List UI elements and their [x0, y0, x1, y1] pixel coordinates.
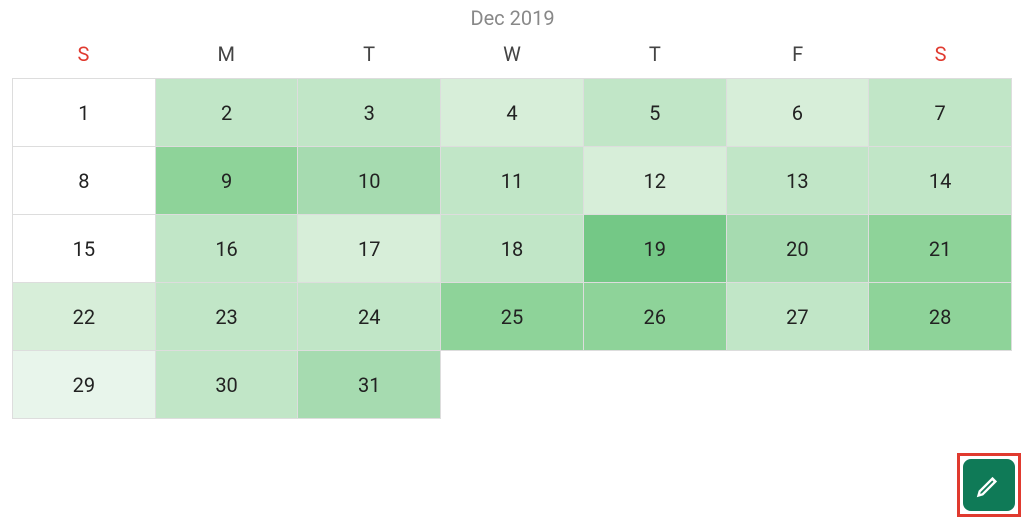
day-cell[interactable]: 29 — [13, 351, 156, 419]
day-number: 6 — [792, 101, 803, 125]
day-number: 11 — [501, 169, 523, 193]
calendar: S M T W T F S 12345678910111213141516171… — [12, 42, 1012, 419]
day-number: 20 — [786, 237, 808, 261]
day-cell[interactable]: 21 — [869, 215, 1012, 283]
weekday-tuesday: T — [298, 42, 441, 66]
day-number: 19 — [643, 237, 665, 261]
day-number: 30 — [215, 373, 237, 397]
day-number: 16 — [215, 237, 237, 261]
day-number: 18 — [501, 237, 523, 261]
day-number: 8 — [78, 169, 89, 193]
day-cell[interactable]: 18 — [441, 215, 584, 283]
day-number: 17 — [358, 237, 380, 261]
day-cell[interactable]: 20 — [727, 215, 870, 283]
day-cell[interactable]: 1 — [13, 79, 156, 147]
day-number: 23 — [215, 305, 237, 329]
day-number: 24 — [358, 305, 380, 329]
day-cell[interactable]: 5 — [584, 79, 727, 147]
day-cell[interactable]: 28 — [869, 283, 1012, 351]
day-cell[interactable]: 23 — [156, 283, 299, 351]
weekday-thursday: T — [583, 42, 726, 66]
day-number: 25 — [501, 305, 523, 329]
day-number: 14 — [929, 169, 951, 193]
day-cell[interactable]: 8 — [13, 147, 156, 215]
day-cell[interactable]: 30 — [156, 351, 299, 419]
day-number: 9 — [221, 169, 232, 193]
day-number: 13 — [786, 169, 808, 193]
day-number: 22 — [73, 305, 95, 329]
day-number: 1 — [78, 101, 89, 125]
day-cell[interactable]: 6 — [727, 79, 870, 147]
day-cell[interactable]: 2 — [156, 79, 299, 147]
day-cell[interactable]: 24 — [298, 283, 441, 351]
weekday-monday: M — [155, 42, 298, 66]
day-number: 28 — [929, 305, 951, 329]
weekday-saturday: S — [869, 42, 1012, 66]
day-cell[interactable]: 16 — [156, 215, 299, 283]
day-cell[interactable]: 15 — [13, 215, 156, 283]
day-cell[interactable]: 4 — [441, 79, 584, 147]
day-cell[interactable]: 19 — [584, 215, 727, 283]
day-number: 29 — [73, 373, 95, 397]
day-cell[interactable]: 31 — [298, 351, 441, 419]
day-number: 31 — [358, 373, 380, 397]
weekday-header: S M T W T F S — [12, 42, 1012, 66]
day-cell[interactable]: 11 — [441, 147, 584, 215]
day-number: 27 — [786, 305, 808, 329]
day-number: 4 — [506, 101, 517, 125]
day-cell[interactable]: 7 — [869, 79, 1012, 147]
day-number: 2 — [221, 101, 232, 125]
day-number: 3 — [364, 101, 375, 125]
day-number: 26 — [643, 305, 665, 329]
day-cell[interactable]: 9 — [156, 147, 299, 215]
day-cell[interactable]: 26 — [584, 283, 727, 351]
day-number: 12 — [643, 169, 665, 193]
day-cell[interactable]: 27 — [727, 283, 870, 351]
day-cell[interactable]: 17 — [298, 215, 441, 283]
day-cell[interactable]: 10 — [298, 147, 441, 215]
day-number: 5 — [649, 101, 660, 125]
day-cell[interactable]: 25 — [441, 283, 584, 351]
day-cell[interactable]: 22 — [13, 283, 156, 351]
pencil-icon — [975, 471, 1003, 499]
day-number: 10 — [358, 169, 380, 193]
day-cell[interactable]: 3 — [298, 79, 441, 147]
edit-button[interactable] — [963, 459, 1015, 511]
day-number: 15 — [73, 237, 95, 261]
weekday-sunday: S — [12, 42, 155, 66]
month-title: Dec 2019 — [0, 0, 1025, 42]
day-number: 7 — [935, 101, 946, 125]
day-number: 21 — [929, 237, 951, 261]
day-cell[interactable]: 13 — [727, 147, 870, 215]
day-cell[interactable]: 14 — [869, 147, 1012, 215]
weekday-friday: F — [726, 42, 869, 66]
days-grid: 1234567891011121314151617181920212223242… — [12, 78, 1012, 419]
weekday-wednesday: W — [441, 42, 584, 66]
day-cell[interactable]: 12 — [584, 147, 727, 215]
edit-fab-highlight — [957, 453, 1021, 517]
